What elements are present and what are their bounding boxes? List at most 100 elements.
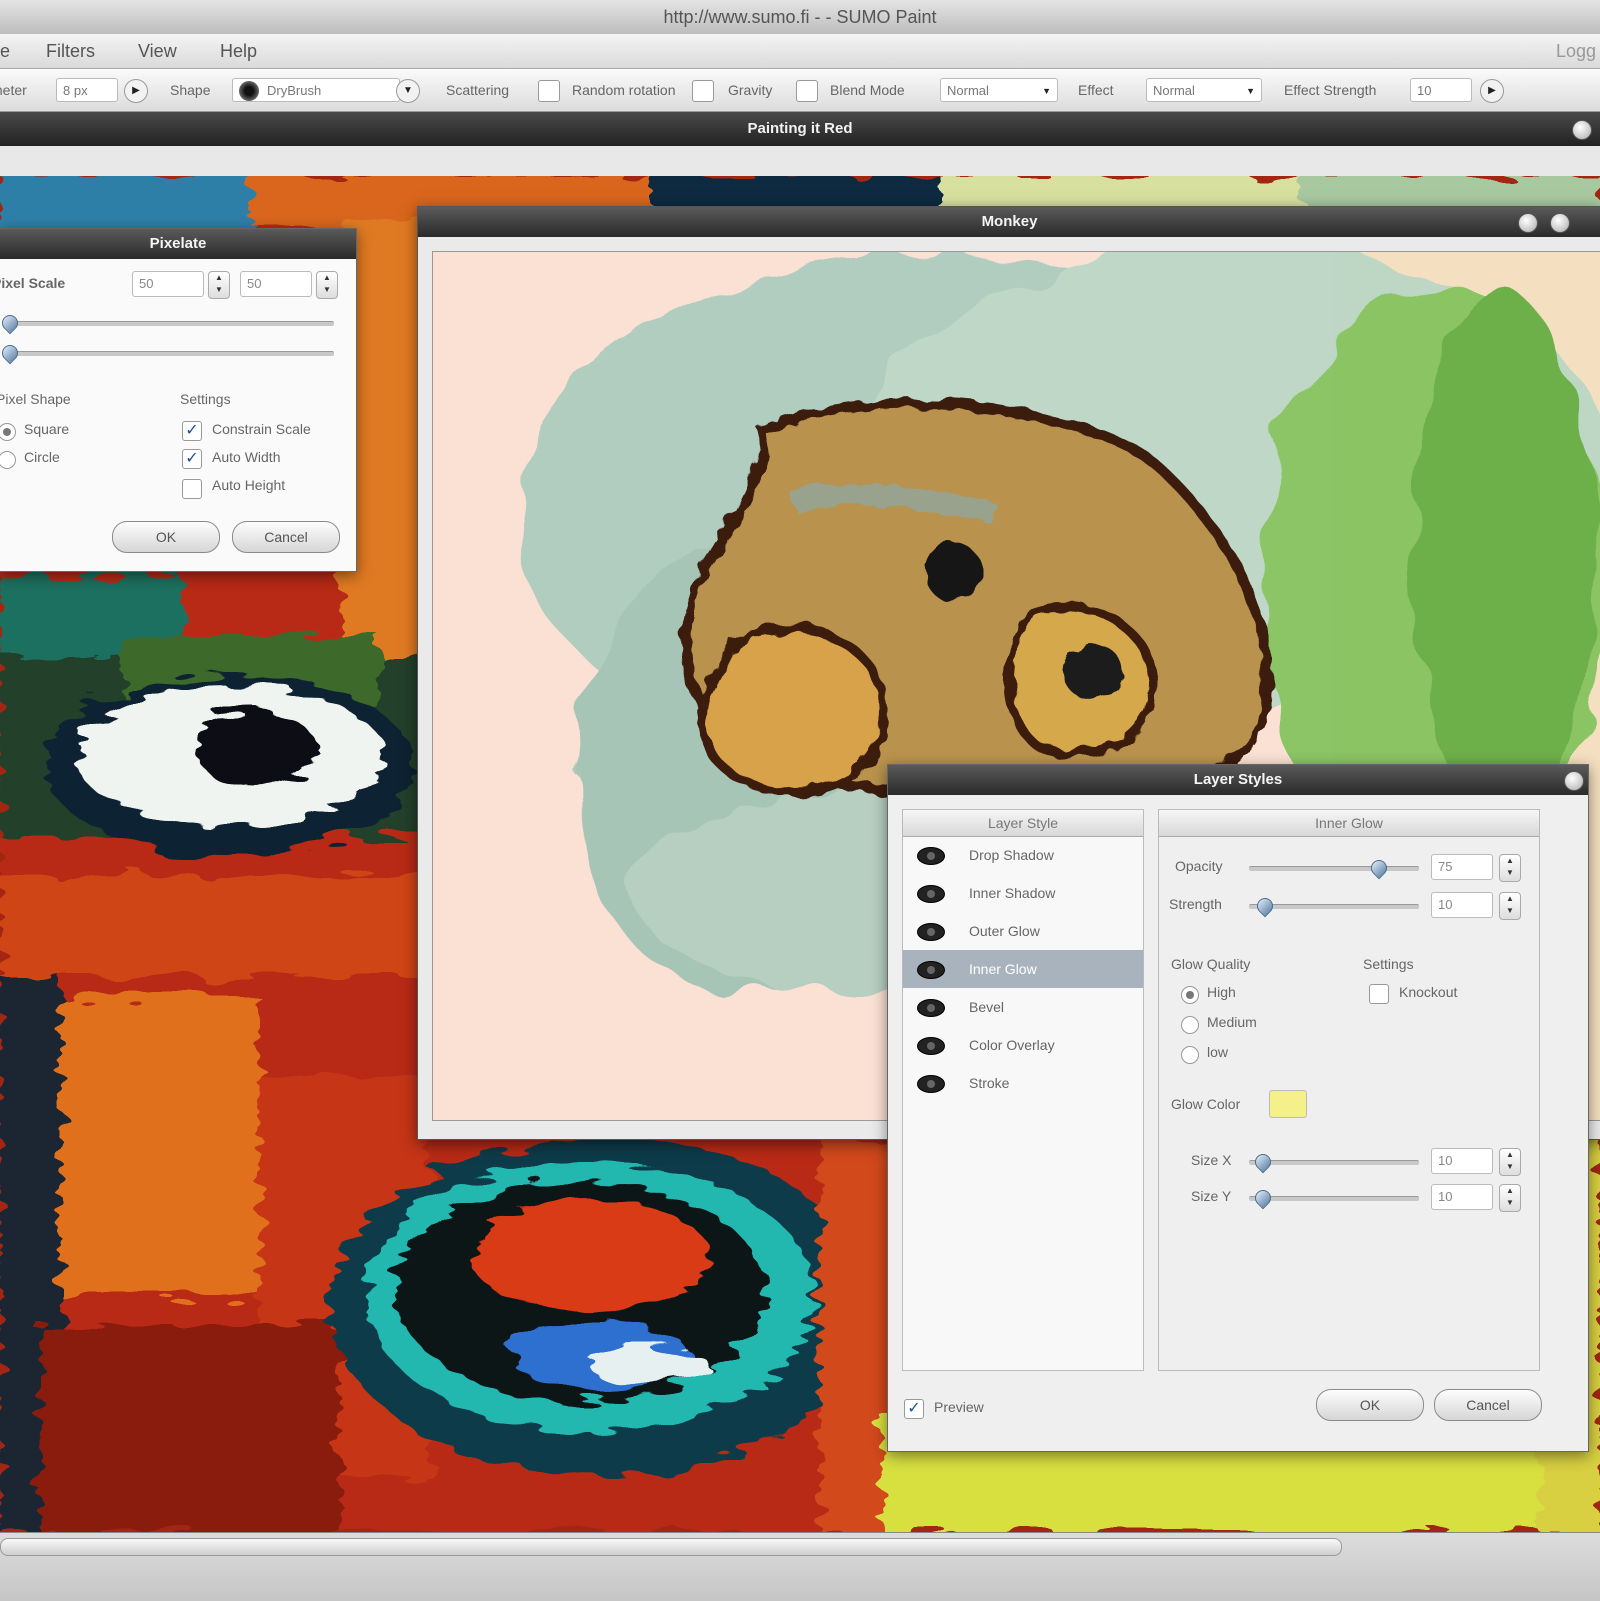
login-link[interactable]: Logg [1556,34,1596,68]
pixelate-title: Pixelate [149,235,207,252]
blend-mode-select[interactable]: Normal ▼ [940,78,1058,102]
opacity-slider[interactable] [1249,866,1419,871]
pixel-scale-y-slider[interactable] [4,351,334,356]
pixelate-title-bar[interactable]: Pixelate [0,229,356,259]
preview-checkbox[interactable]: ✓ [904,1399,924,1419]
auto-height-label: Auto Height [212,477,286,493]
layer-style-label: Drop Shadow [969,847,1054,863]
layer-style-color-overlay[interactable]: Color Overlay [903,1026,1143,1064]
horizontal-scrollbar[interactable] [0,1538,1342,1556]
shape-circle-label: Circle [24,449,60,465]
layer-style-inner-glow[interactable]: Inner Glow [903,950,1143,988]
quality-low-label: low [1207,1044,1229,1060]
shape-dropdown-button[interactable]: ▼ [396,79,420,103]
pixel-scale-x-slider[interactable] [4,321,334,326]
auto-height-checkbox[interactable] [182,479,202,499]
opacity-slider-thumb[interactable] [1367,856,1391,880]
layer-style-bevel[interactable]: Bevel [903,988,1143,1026]
strength-input[interactable]: 10 [1431,892,1493,918]
auto-width-label: Auto Width [212,449,281,465]
pixelate-ok-button[interactable]: OK [112,521,220,553]
pixel-scale-y-stepper[interactable]: ▲ ▼ [316,271,338,299]
strength-label: Strength [1169,896,1222,912]
gravity-checkbox[interactable] [796,80,818,102]
blend-mode-label: Blend Mode [830,82,905,98]
opacity-input[interactable]: 75 [1431,854,1493,880]
pixel-scale-y-input[interactable]: 50 [240,271,312,297]
quality-high-label: High [1207,984,1236,1000]
knockout-checkbox[interactable] [1369,984,1389,1004]
eye-icon[interactable] [917,923,945,941]
size-y-input[interactable]: 10 [1431,1184,1493,1210]
scattering-checkbox[interactable] [538,80,560,102]
layer-styles-ok-button[interactable]: OK [1316,1389,1424,1421]
chevron-down-icon: ▼ [1042,86,1051,96]
pixelate-cancel-button[interactable]: Cancel [232,521,340,553]
pixel-scale-x-thumb[interactable] [0,311,22,335]
constrain-scale-checkbox[interactable]: ✓ [182,421,202,441]
diameter-input[interactable]: 8 px [56,78,118,102]
pixel-scale-y-thumb[interactable] [0,341,22,365]
shape-circle-radio[interactable] [0,451,16,469]
size-x-slider-thumb[interactable] [1251,1150,1275,1174]
quality-low-radio[interactable] [1181,1046,1199,1064]
effect-strength-label: Effect Strength [1284,82,1377,98]
eye-icon[interactable] [917,885,945,903]
size-y-slider-thumb[interactable] [1251,1186,1275,1210]
size-y-label: Size Y [1191,1188,1232,1204]
random-rotation-checkbox[interactable] [692,80,714,102]
auto-width-checkbox[interactable]: ✓ [182,449,202,469]
eye-icon[interactable] [917,999,945,1017]
shape-select-value: DryBrush [267,83,322,98]
menu-item-filters[interactable]: Filters [46,34,95,68]
size-x-stepper[interactable]: ▲ ▼ [1499,1148,1521,1176]
eye-icon[interactable] [917,847,945,865]
layer-style-list: Layer Style Drop Shadow Inner Shadow Out… [902,809,1144,1371]
layer-style-inner-shadow[interactable]: Inner Shadow [903,874,1143,912]
menu-item-help[interactable]: Help [220,34,257,68]
pixel-shape-label: Pixel Shape [0,391,71,407]
strength-slider-thumb[interactable] [1253,894,1277,918]
quality-medium-radio[interactable] [1181,1016,1199,1034]
eye-icon[interactable] [917,1037,945,1055]
effect-select[interactable]: Normal ▼ [1146,78,1262,102]
document-title: Painting it Red [747,120,853,137]
menu-item-view[interactable]: View [138,34,177,68]
strength-stepper[interactable]: ▲ ▼ [1499,892,1521,920]
layer-style-stroke[interactable]: Stroke [903,1064,1143,1102]
layer-styles-close-button[interactable] [1564,771,1584,791]
layer-style-drop-shadow[interactable]: Drop Shadow [903,836,1143,874]
layer-styles-cancel-button[interactable]: Cancel [1434,1389,1542,1421]
pixel-scale-x-input[interactable]: 50 [132,271,204,297]
shape-select[interactable]: DryBrush [232,78,400,102]
size-x-slider[interactable] [1249,1160,1419,1165]
quality-high-radio[interactable] [1181,986,1199,1004]
blend-mode-value: Normal [947,83,989,98]
monkey-window-title-bar[interactable]: Monkey [418,207,1600,237]
size-x-input[interactable]: 10 [1431,1148,1493,1174]
preview-label: Preview [934,1399,984,1415]
diameter-dropdown-button[interactable]: ▶ [124,79,148,103]
gravity-label: Gravity [728,82,773,98]
layer-style-outer-glow[interactable]: Outer Glow [903,912,1143,950]
menu-item-cut[interactable]: e [0,34,10,68]
effect-strength-input[interactable]: 10 [1410,78,1472,102]
effect-strength-dropdown-button[interactable]: ▶ [1480,79,1504,103]
monkey-close-button[interactable] [1550,213,1570,233]
monkey-minimize-button[interactable] [1518,213,1538,233]
effect-label: Effect [1078,82,1114,98]
eye-icon[interactable] [917,961,945,979]
opacity-stepper[interactable]: ▲ ▼ [1499,854,1521,882]
document-title-bar[interactable]: Painting it Red [0,112,1600,146]
document-close-button[interactable] [1572,120,1592,140]
glow-color-swatch[interactable] [1269,1090,1307,1118]
shape-square-radio[interactable] [0,423,16,441]
layer-styles-title-bar[interactable]: Layer Styles [888,765,1588,795]
eye-icon[interactable] [917,1075,945,1093]
quality-medium-label: Medium [1207,1014,1257,1030]
strength-slider[interactable] [1249,904,1419,909]
pixel-scale-x-stepper[interactable]: ▲ ▼ [208,271,230,299]
size-y-stepper[interactable]: ▲ ▼ [1499,1184,1521,1212]
layer-style-label: Bevel [969,999,1005,1015]
size-y-slider[interactable] [1249,1196,1419,1201]
